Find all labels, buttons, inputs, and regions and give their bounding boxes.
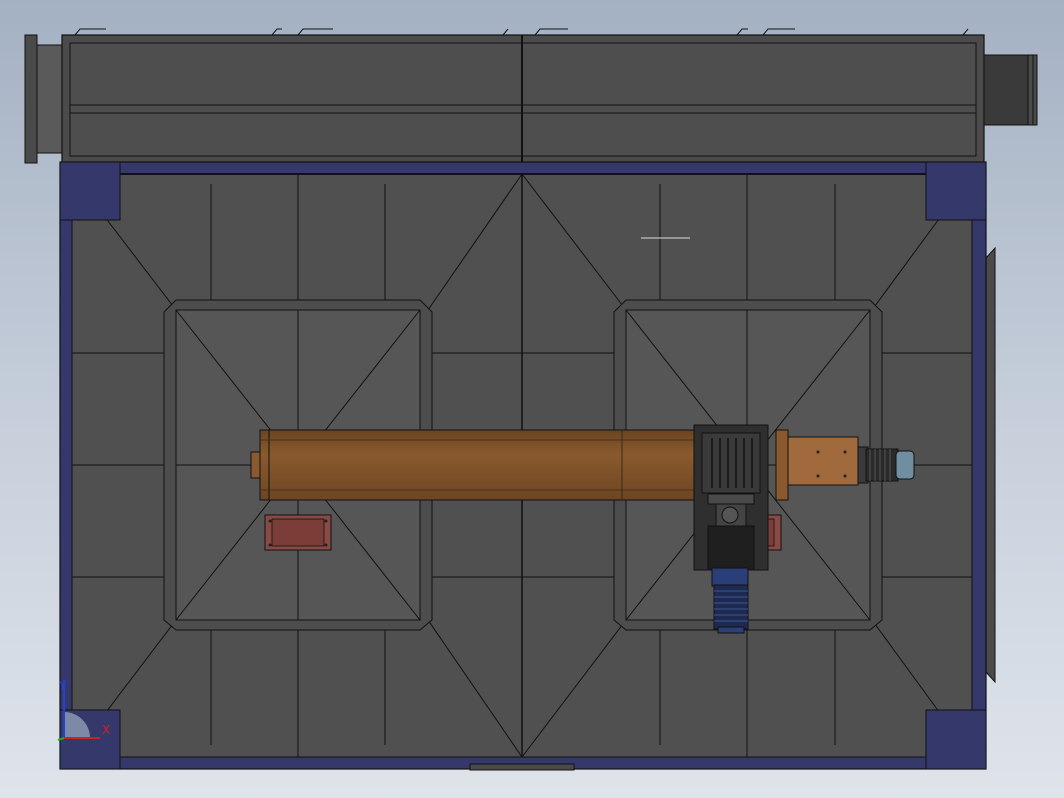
right-flange (983, 54, 1033, 126)
top-duct (24, 28, 1038, 164)
corner-post-br (925, 709, 987, 770)
corner-post-tr (925, 161, 987, 221)
side-door (985, 246, 996, 684)
drive-gearbox (693, 424, 769, 571)
cad-viewport[interactable]: X Y (0, 0, 1064, 798)
left-flange (24, 34, 38, 164)
inspection-box-left (264, 514, 332, 551)
corner-post-tl (59, 161, 121, 221)
drive-motor (711, 567, 749, 634)
triad-y-label: Y (58, 679, 67, 693)
triad-x-label: X (102, 723, 110, 737)
end-motor (857, 446, 915, 484)
